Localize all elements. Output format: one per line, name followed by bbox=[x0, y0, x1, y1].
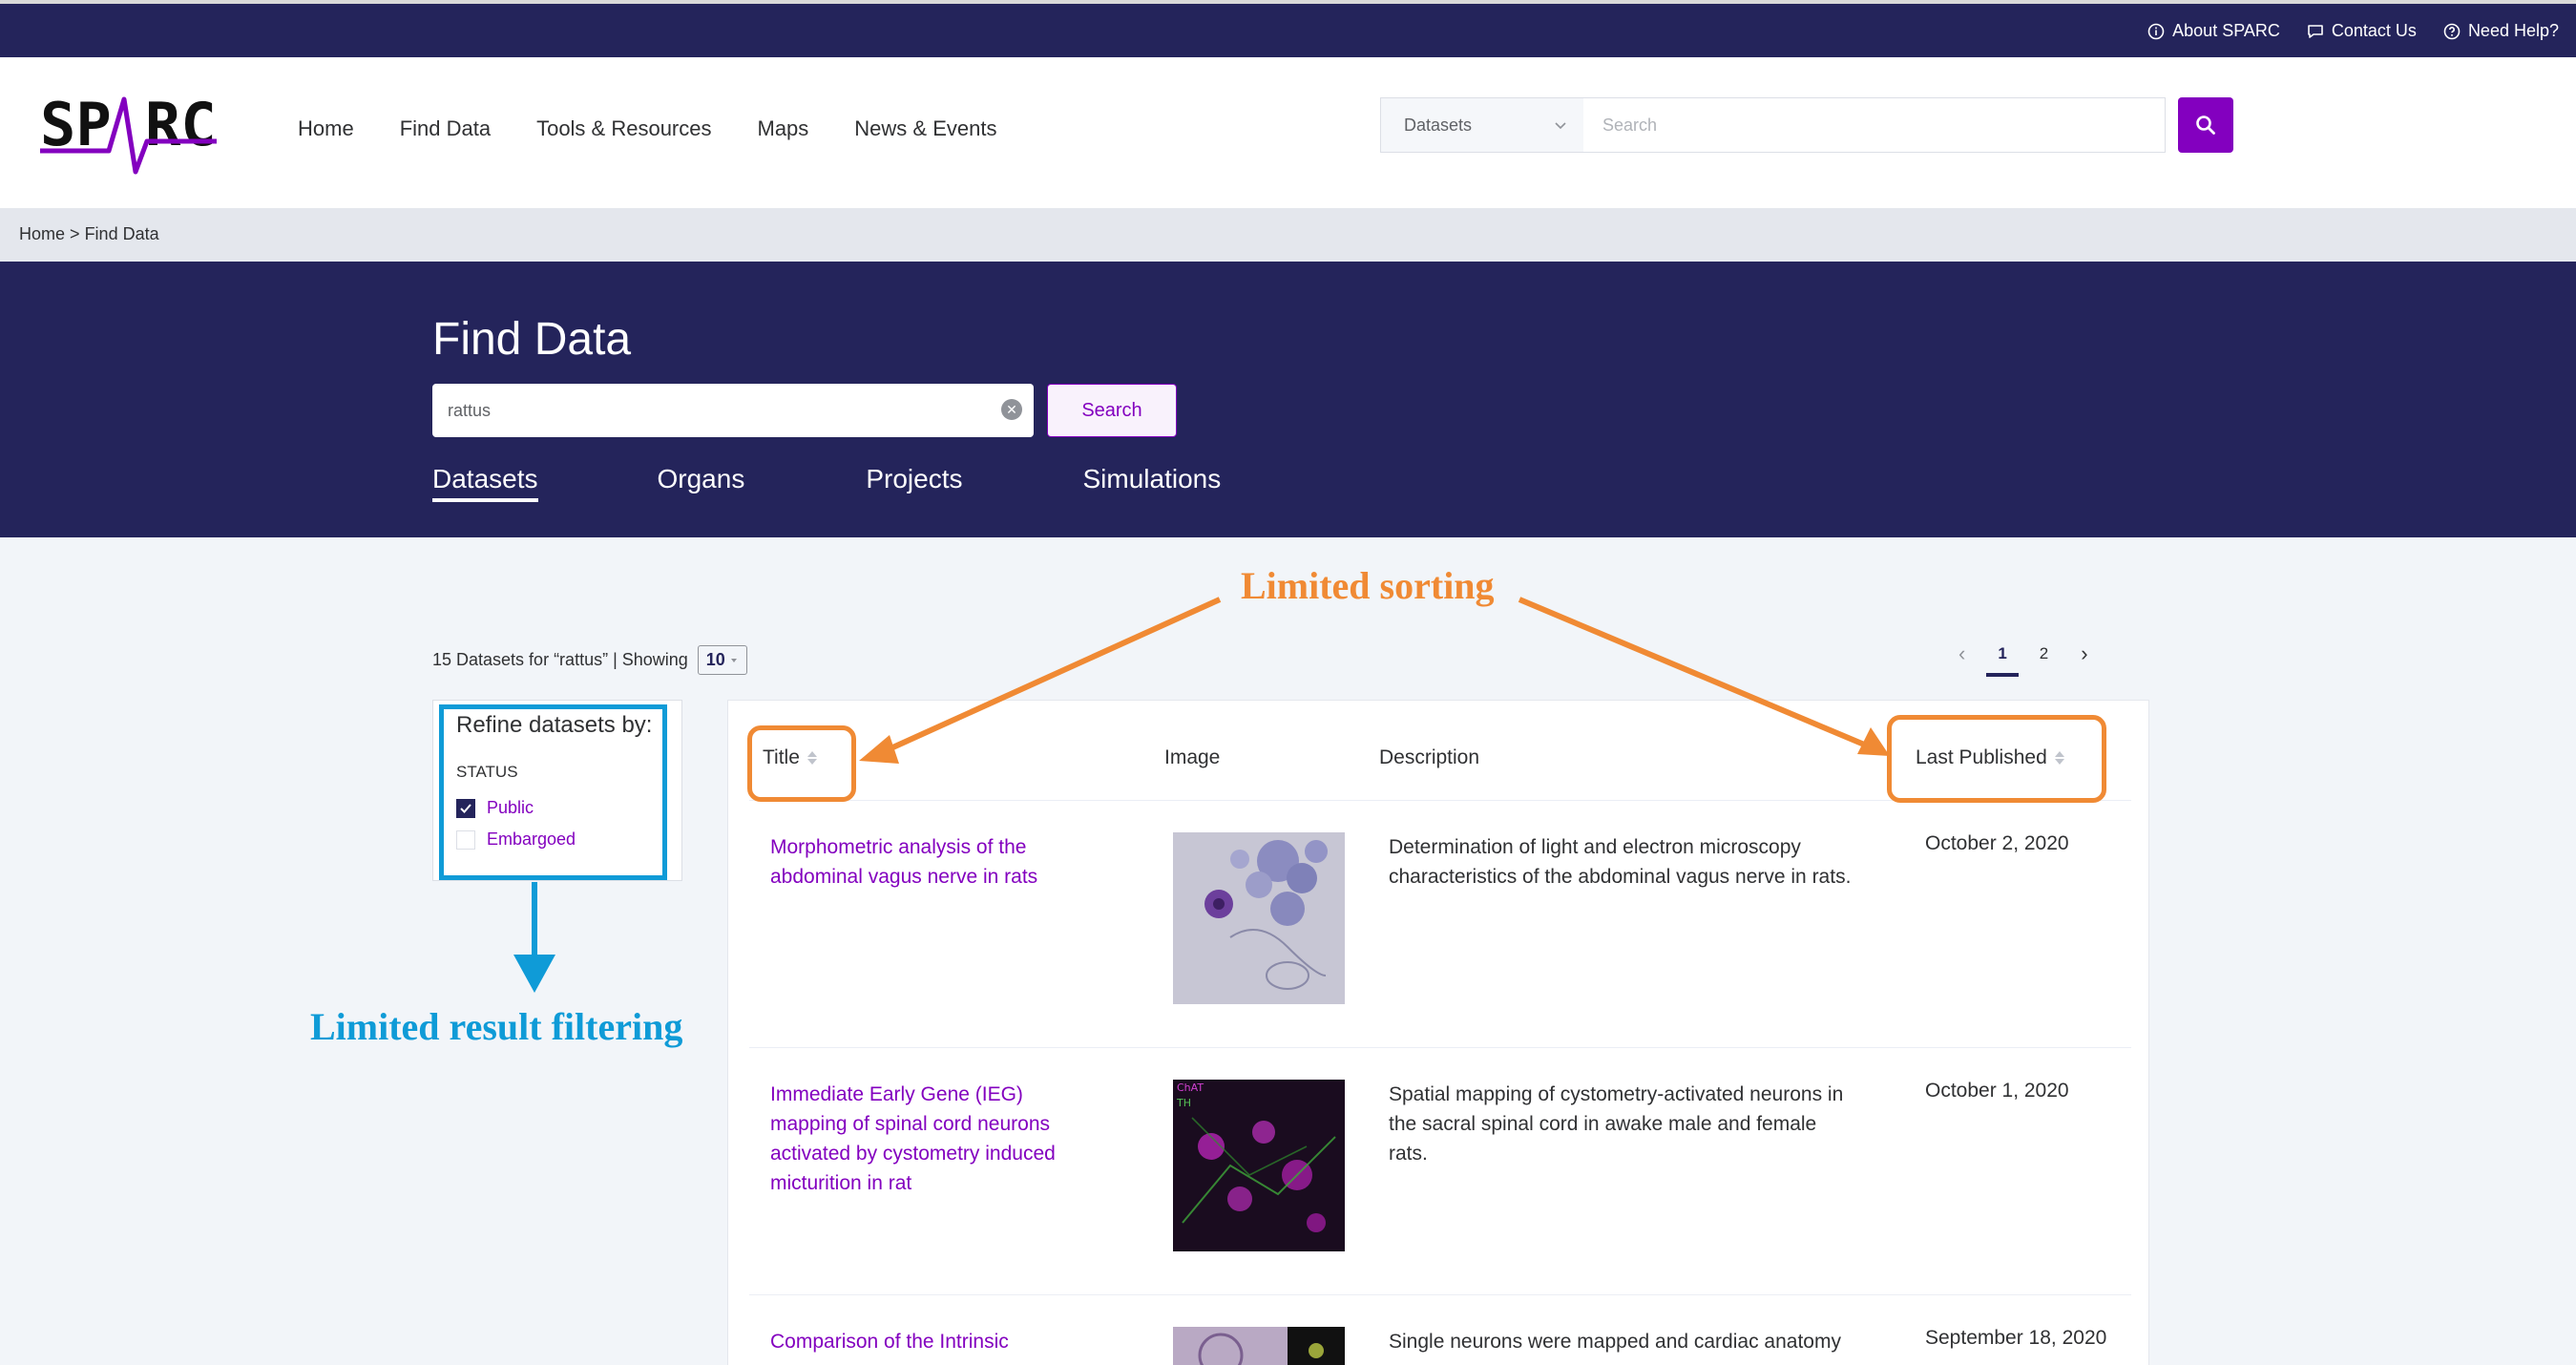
filter-arrow bbox=[513, 882, 555, 993]
need-help-label: Need Help? bbox=[2467, 21, 2559, 40]
contact-us-link[interactable]: Contact Us bbox=[2307, 21, 2417, 41]
description-line: the sacral spinal cord in awake male and… bbox=[1389, 1113, 1817, 1135]
utility-links: About SPARC Contact Us Need Help? bbox=[2147, 21, 2559, 41]
dataset-thumbnail[interactable] bbox=[1173, 1327, 1345, 1365]
tab-projects[interactable]: Projects bbox=[866, 464, 962, 502]
tab-organs[interactable]: Organs bbox=[658, 464, 745, 502]
breadcrumb-separator: > bbox=[70, 224, 80, 243]
dataset-date: September 18, 2020 bbox=[1925, 1327, 2107, 1349]
info-icon bbox=[2147, 23, 2165, 40]
data-type-tabs: Datasets Organs Projects Simulations bbox=[432, 464, 1221, 502]
micrograph-image bbox=[1173, 832, 1345, 1004]
dataset-description: Spatial mapping of cystometry-activated … bbox=[1389, 1080, 1885, 1168]
description-line: characteristics of the abdominal vagus n… bbox=[1389, 866, 1852, 888]
date-sort-annotation-box bbox=[1887, 715, 2106, 803]
title-line: Comparison of the Intrinsic bbox=[770, 1331, 1009, 1353]
nav-home[interactable]: Home bbox=[298, 116, 354, 141]
nav-news-events[interactable]: News & Events bbox=[854, 116, 996, 141]
global-search-input[interactable] bbox=[1583, 97, 2166, 153]
dataset-search-button[interactable]: Search bbox=[1047, 384, 1177, 437]
about-sparc-link[interactable]: About SPARC bbox=[2147, 21, 2280, 41]
search-icon bbox=[2196, 116, 2215, 135]
dataset-title-link[interactable]: Morphometric analysis of the abdominal v… bbox=[770, 832, 1114, 892]
clear-search-icon[interactable]: ✕ bbox=[1001, 399, 1022, 420]
search-type-value: Datasets bbox=[1404, 116, 1473, 135]
need-help-link[interactable]: Need Help? bbox=[2443, 21, 2559, 41]
search-type-select[interactable]: Datasets bbox=[1380, 97, 1584, 153]
contact-us-label: Contact Us bbox=[2331, 21, 2417, 40]
page-2[interactable]: 2 bbox=[2040, 644, 2048, 663]
dataset-description: Single neurons were mapped and cardiac a… bbox=[1389, 1327, 1885, 1356]
title-sort-annotation-box bbox=[747, 725, 856, 802]
dataset-date: October 1, 2020 bbox=[1925, 1080, 2069, 1102]
nav-maps[interactable]: Maps bbox=[758, 116, 809, 141]
page-1[interactable]: 1 bbox=[1985, 644, 2020, 677]
thumb-label-chat: ChAT bbox=[1177, 1082, 1204, 1094]
find-data-hero: Find Data ✕ Search Datasets Organs Proje… bbox=[0, 262, 2576, 537]
description-header-label: Description bbox=[1379, 746, 1480, 768]
dataset-title-link[interactable]: Immediate Early Gene (IEG) mapping of sp… bbox=[770, 1080, 1114, 1198]
limited-filtering-annotation: Limited result filtering bbox=[310, 1005, 683, 1048]
image-header-label: Image bbox=[1164, 746, 1221, 768]
prev-page-icon[interactable]: ‹ bbox=[1958, 641, 1965, 666]
breadcrumb-current: Find Data bbox=[84, 224, 159, 243]
title-line: micturition in rat bbox=[770, 1172, 912, 1194]
global-search-button[interactable] bbox=[2178, 97, 2233, 153]
logo-mark: SP RC bbox=[40, 90, 217, 175]
nav-tools-resources[interactable]: Tools & Resources bbox=[536, 116, 711, 141]
title-line: Morphometric analysis of the bbox=[770, 836, 1027, 858]
arrowhead-down bbox=[513, 955, 555, 993]
breadcrumb: Home > Find Data bbox=[0, 208, 2576, 262]
fluorescence-image: ChAT TH bbox=[1173, 1080, 1345, 1251]
dataset-thumbnail[interactable]: ChAT TH bbox=[1173, 1080, 1345, 1251]
svg-text:RC: RC bbox=[145, 90, 217, 159]
utility-bar: About SPARC Contact Us Need Help? bbox=[0, 0, 2576, 57]
dataset-thumbnail[interactable] bbox=[1173, 832, 1345, 1004]
page-title: Find Data bbox=[432, 314, 632, 365]
chevron-down-icon bbox=[1553, 117, 1568, 137]
title-line: mapping of spinal cord neurons bbox=[770, 1113, 1051, 1135]
help-icon bbox=[2443, 23, 2461, 40]
results-count: 15 Datasets for “rattus” | Showing bbox=[432, 650, 688, 669]
column-header-image: Image bbox=[1164, 746, 1220, 769]
sparc-logo[interactable]: SP RC bbox=[40, 90, 217, 176]
tab-simulations[interactable]: Simulations bbox=[1082, 464, 1221, 502]
main-nav: Home Find Data Tools & Resources Maps Ne… bbox=[298, 116, 996, 141]
about-sparc-label: About SPARC bbox=[2172, 21, 2280, 40]
breadcrumb-home[interactable]: Home bbox=[19, 224, 65, 243]
tab-datasets[interactable]: Datasets bbox=[432, 464, 538, 502]
chat-icon bbox=[2307, 23, 2324, 40]
column-header-description: Description bbox=[1379, 746, 1479, 769]
nav-find-data[interactable]: Find Data bbox=[400, 116, 491, 141]
cardiac-image bbox=[1173, 1327, 1345, 1365]
pagination: ‹ 1 2 › bbox=[1958, 641, 2088, 677]
description-line: Single neurons were mapped and cardiac a… bbox=[1389, 1331, 1841, 1353]
results-summary: 15 Datasets for “rattus” | Showing 10 bbox=[432, 645, 747, 675]
row-divider bbox=[749, 1294, 2131, 1295]
dataset-title-link[interactable]: Comparison of the Intrinsic bbox=[770, 1327, 1114, 1356]
description-line: Spatial mapping of cystometry-activated … bbox=[1389, 1083, 1844, 1105]
description-line: rats. bbox=[1389, 1143, 1428, 1165]
thumb-label-th: TH bbox=[1176, 1097, 1191, 1109]
page-size-value: 10 bbox=[705, 650, 725, 669]
title-line: activated by cystometry induced bbox=[770, 1143, 1056, 1165]
title-line: abdominal vagus nerve in rats bbox=[770, 866, 1038, 888]
dataset-search-input[interactable] bbox=[432, 384, 1034, 437]
page-size-select[interactable]: 10 bbox=[697, 645, 747, 675]
next-page-icon[interactable]: › bbox=[2081, 641, 2087, 666]
description-line: Determination of light and electron micr… bbox=[1389, 836, 1801, 858]
dataset-date: October 2, 2020 bbox=[1925, 832, 2069, 854]
caret-down-icon bbox=[730, 658, 737, 662]
dataset-description: Determination of light and electron micr… bbox=[1389, 832, 1885, 892]
limited-sorting-annotation: Limited sorting bbox=[1241, 564, 1495, 607]
row-divider bbox=[749, 1047, 2131, 1048]
site-header: SP RC Home Find Data Tools & Resources M… bbox=[0, 57, 2576, 208]
title-line: Immediate Early Gene (IEG) bbox=[770, 1083, 1023, 1105]
filter-annotation-box bbox=[439, 704, 667, 880]
